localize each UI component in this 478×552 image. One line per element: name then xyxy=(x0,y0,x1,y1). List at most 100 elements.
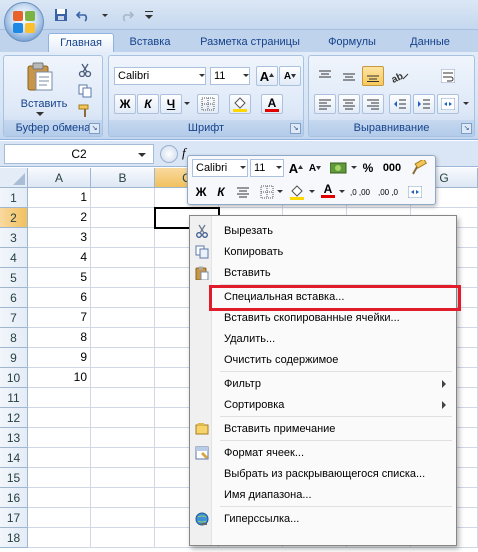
menu-item-13[interactable]: Имя диапазона... xyxy=(192,484,454,505)
mini-accounting-dropdown-icon[interactable] xyxy=(351,166,357,170)
cell-b11[interactable] xyxy=(91,388,155,408)
align-middle-icon[interactable] xyxy=(338,66,360,86)
font-color-button[interactable]: А xyxy=(261,94,283,114)
cell-a9[interactable]: 9 xyxy=(28,348,91,368)
menu-item-12[interactable]: Выбрать из раскрывающегося списка... xyxy=(192,463,454,484)
copy-icon[interactable] xyxy=(74,81,96,101)
font-name-dropdown-icon[interactable] xyxy=(199,74,205,78)
tab-page-layout[interactable]: Разметка страницы xyxy=(190,33,310,52)
row-header-10[interactable]: 10 xyxy=(0,368,28,388)
redo-icon[interactable] xyxy=(118,6,136,24)
row-header-7[interactable]: 7 xyxy=(0,308,28,328)
row-header-8[interactable]: 8 xyxy=(0,328,28,348)
cell-a18[interactable] xyxy=(28,528,91,548)
undo-icon[interactable] xyxy=(74,6,92,24)
row-header-6[interactable]: 6 xyxy=(0,288,28,308)
merge-dropdown-icon[interactable] xyxy=(463,102,469,106)
mini-bold-button[interactable]: Ж xyxy=(192,182,210,202)
row-header-12[interactable]: 12 xyxy=(0,408,28,428)
clipboard-launcher-icon[interactable]: ↘ xyxy=(89,123,100,134)
cell-a13[interactable] xyxy=(28,428,91,448)
cell-a8[interactable]: 8 xyxy=(28,328,91,348)
name-box[interactable]: C2 xyxy=(4,144,154,164)
mini-italic-button[interactable]: К xyxy=(212,182,230,202)
font-name-box[interactable]: Calibri xyxy=(114,67,206,85)
cell-a10[interactable]: 10 xyxy=(28,368,91,388)
decrease-indent-icon[interactable] xyxy=(389,94,411,114)
paste-button[interactable]: Вставить xyxy=(12,60,68,118)
mini-increase-decimal-button[interactable]: ,0 ,00 xyxy=(348,182,372,202)
align-top-icon[interactable] xyxy=(314,66,336,86)
cell-a14[interactable] xyxy=(28,448,91,468)
office-button[interactable] xyxy=(4,2,44,42)
mini-shrink-font-button[interactable]: A xyxy=(307,158,323,178)
cell-a4[interactable]: 4 xyxy=(28,248,91,268)
format-painter-icon[interactable] xyxy=(74,101,96,121)
row-header-9[interactable]: 9 xyxy=(0,348,28,368)
column-header-b[interactable]: B xyxy=(91,168,155,188)
fill-color-button[interactable] xyxy=(229,94,251,114)
cell-a6[interactable]: 6 xyxy=(28,288,91,308)
select-all-corner[interactable] xyxy=(0,168,28,188)
align-right-icon[interactable] xyxy=(362,94,384,114)
mini-grow-font-button[interactable]: A xyxy=(287,158,305,178)
cell-b16[interactable] xyxy=(91,488,155,508)
cell-b4[interactable] xyxy=(91,248,155,268)
mini-accounting-format-icon[interactable] xyxy=(327,158,351,178)
row-header-11[interactable]: 11 xyxy=(0,388,28,408)
column-header-a[interactable]: A xyxy=(28,168,91,188)
cell-b7[interactable] xyxy=(91,308,155,328)
font-size-dropdown-icon[interactable] xyxy=(243,74,249,78)
alignment-launcher-icon[interactable]: ↘ xyxy=(461,123,472,134)
menu-item-2[interactable]: Копировать xyxy=(192,241,454,262)
menu-item-9[interactable]: Сортировка xyxy=(192,394,454,415)
customize-qat-icon[interactable] xyxy=(140,6,158,24)
save-icon[interactable] xyxy=(52,6,70,24)
grow-font-button[interactable]: A xyxy=(256,66,278,86)
increase-indent-icon[interactable] xyxy=(413,94,435,114)
cell-b8[interactable] xyxy=(91,328,155,348)
underline-dropdown-icon[interactable] xyxy=(184,102,190,106)
menu-item-14[interactable]: Гиперссылка... xyxy=(192,508,454,529)
cell-a3[interactable]: 3 xyxy=(28,228,91,248)
row-header-5[interactable]: 5 xyxy=(0,268,28,288)
row-header-1[interactable]: 1 xyxy=(0,188,28,208)
cell-b12[interactable] xyxy=(91,408,155,428)
mini-decrease-decimal-button[interactable]: ,00 ,0 xyxy=(376,182,400,202)
cell-a16[interactable] xyxy=(28,488,91,508)
mini-thousands-button[interactable]: 000 xyxy=(379,158,405,178)
mini-percent-button[interactable]: % xyxy=(359,158,377,178)
cell-b18[interactable] xyxy=(91,528,155,548)
menu-item-8[interactable]: Фильтр xyxy=(192,373,454,394)
cell-a17[interactable] xyxy=(28,508,91,528)
tab-insert[interactable]: Вставка xyxy=(122,33,178,52)
cell-a2[interactable]: 2 xyxy=(28,208,91,228)
row-header-15[interactable]: 15 xyxy=(0,468,28,488)
row-header-18[interactable]: 18 xyxy=(0,528,28,548)
menu-item-10[interactable]: Вставить примечание xyxy=(192,418,454,439)
menu-item-11[interactable]: Формат ячеек... xyxy=(192,442,454,463)
underline-button[interactable]: Ч xyxy=(160,94,182,114)
cell-b1[interactable] xyxy=(91,188,155,208)
row-header-16[interactable]: 16 xyxy=(0,488,28,508)
menu-item-7[interactable]: Очистить содержимое xyxy=(192,349,454,370)
mini-merge-icon[interactable] xyxy=(404,182,426,202)
row-header-13[interactable]: 13 xyxy=(0,428,28,448)
orientation-icon[interactable]: ab xyxy=(389,66,411,86)
cell-b9[interactable] xyxy=(91,348,155,368)
mini-borders-icon[interactable] xyxy=(258,182,276,202)
formula-bar-circle-icon[interactable] xyxy=(160,145,178,163)
wrap-text-icon[interactable] xyxy=(437,66,459,86)
cell-b3[interactable] xyxy=(91,228,155,248)
shrink-font-button[interactable]: A xyxy=(279,66,301,86)
cell-b17[interactable] xyxy=(91,508,155,528)
cell-b2[interactable] xyxy=(91,208,155,228)
mini-fill-dropdown-icon[interactable] xyxy=(309,190,315,194)
mini-font-dropdown-icon[interactable] xyxy=(240,166,246,170)
cell-b6[interactable] xyxy=(91,288,155,308)
mini-fill-color-icon[interactable] xyxy=(287,182,307,202)
cell-a11[interactable] xyxy=(28,388,91,408)
tab-data[interactable]: Данные xyxy=(400,33,460,52)
name-box-dropdown-icon[interactable] xyxy=(138,153,146,158)
cell-a1[interactable]: 1 xyxy=(28,188,91,208)
